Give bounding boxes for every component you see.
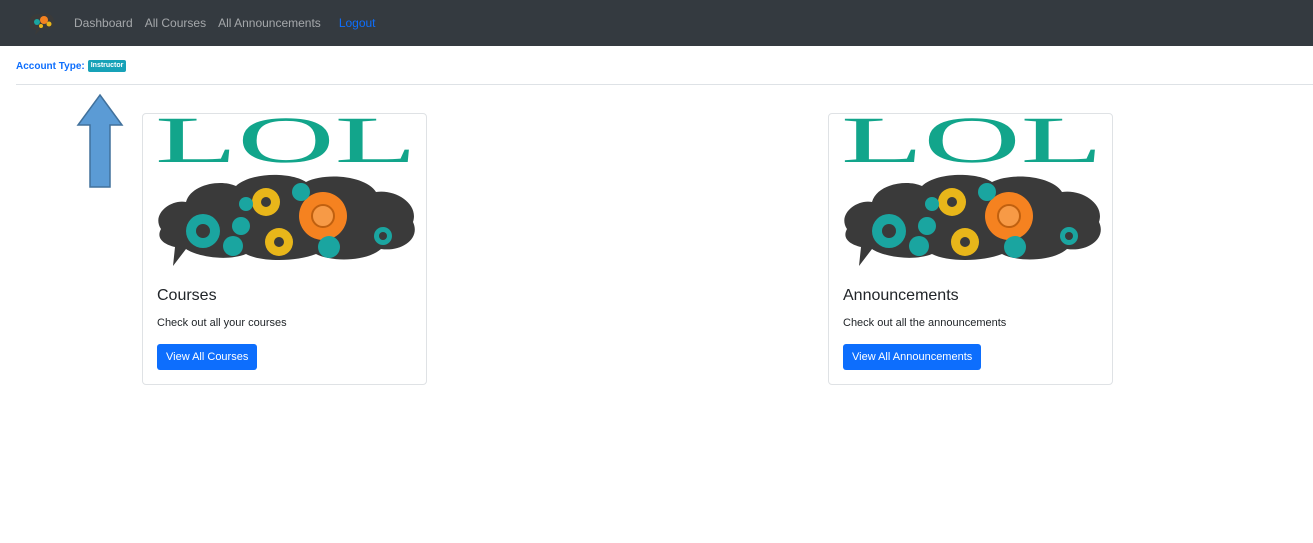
view-all-courses-button[interactable]: View All Courses: [157, 344, 258, 370]
navbar: Dashboard All Courses All Announcements …: [0, 0, 1313, 46]
card-text: Check out all the announcements: [843, 317, 1007, 329]
nav-all-announcements[interactable]: All Announcements: [218, 16, 321, 30]
courses-card: LOL Courses Check out all your courses V…: [142, 113, 427, 385]
lol-brain-gears-logo: LOL: [841, 114, 1103, 266]
blue-up-arrow-icon: [76, 93, 124, 188]
logo-text: LOL: [155, 114, 417, 177]
account-type-badge: Instructor: [87, 60, 127, 72]
nav-dashboard[interactable]: Dashboard: [74, 16, 133, 30]
nav-links: Dashboard All Courses All Announcements …: [74, 16, 388, 30]
logo-text: LOL: [841, 114, 1103, 177]
view-all-announcements-button[interactable]: View All Announcements: [843, 344, 982, 370]
card-title: Announcements: [843, 287, 959, 304]
card-text: Check out all your courses: [157, 317, 287, 329]
nav-all-courses[interactable]: All Courses: [145, 16, 206, 30]
brand-logo-icon[interactable]: [27, 10, 57, 36]
lol-brain-gears-logo: LOL: [155, 114, 417, 266]
account-type: Account Type: Instructor: [16, 60, 127, 72]
account-type-label: Account Type:: [16, 60, 85, 72]
card-title: Courses: [157, 287, 217, 304]
divider: [16, 84, 1313, 85]
nav-logout[interactable]: Logout: [339, 16, 376, 30]
announcements-card: LOL Announcements Check out all the anno…: [828, 113, 1113, 385]
